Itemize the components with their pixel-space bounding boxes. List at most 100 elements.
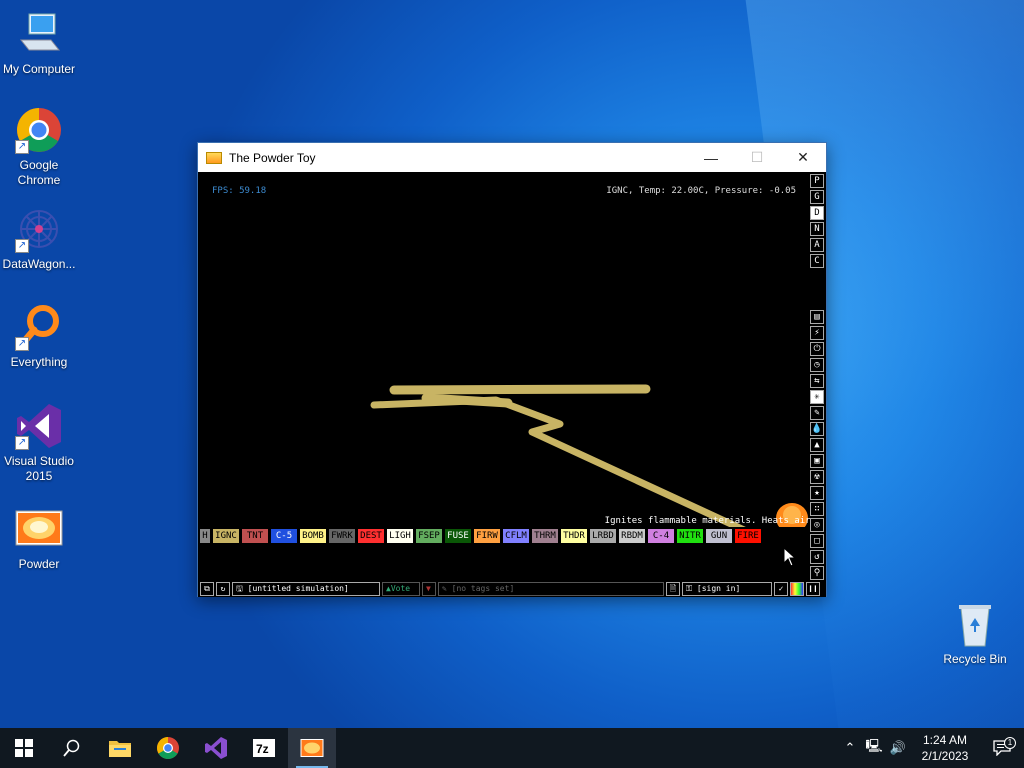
walls-category-icon[interactable]: ▤ [810, 310, 824, 324]
simulation-canvas[interactable]: FPS: 59.18 IGNC, Temp: 22.00C, Pressure:… [198, 172, 808, 527]
display-mode-d-button[interactable]: D [810, 206, 824, 220]
ignition-cord-drawing [370, 384, 808, 527]
window-titlebar[interactable]: The Powder Toy — ☐ ✕ [198, 143, 826, 172]
element-ligh-button[interactable]: LIGH [387, 529, 413, 543]
force-category-icon[interactable]: ⇆ [810, 374, 824, 388]
open-browser-icon[interactable]: ⧉ [200, 581, 214, 596]
desktop-icon-visual-studio-2015[interactable]: ↗ Visual Studio 2015 [0, 402, 78, 484]
element-tnt-button[interactable]: TNT [242, 529, 268, 543]
desktop-icon-datawagon[interactable]: ↗ DataWagon... [0, 205, 78, 272]
chrome-icon [157, 737, 179, 759]
radioactive-category-icon[interactable]: ☢ [810, 470, 824, 484]
special-category-icon[interactable]: ★ [810, 486, 824, 500]
powder-toy-window[interactable]: The Powder Toy — ☐ ✕ FPS: 59.18 IGNC, Te… [197, 142, 827, 597]
network-icon[interactable]: 🖳 [862, 737, 886, 759]
element-gun-button[interactable]: GUN [706, 529, 732, 543]
taskbar: 7z ⌃ 🖳 🔊 1:24 AM 2/1/2023 1 [0, 728, 1024, 768]
display-mode-n-button[interactable]: N [810, 222, 824, 236]
desktop-icon-label: Recycle Bin [943, 652, 1007, 666]
element-fwrk-button[interactable]: FWRK [329, 529, 355, 543]
key-icon: ⚿ [686, 583, 697, 593]
life-category-icon[interactable]: ∷ [810, 502, 824, 516]
clock-time: 1:24 AM [922, 733, 968, 747]
display-mode-c-button[interactable]: C [810, 254, 824, 268]
desktop-icon-label: Visual Studio 2015 [4, 454, 74, 483]
element-fire-button[interactable]: FIRE [735, 529, 761, 543]
tools-category-icon[interactable]: ◎ [810, 518, 824, 532]
electronics-category-icon[interactable]: ⚡ [810, 326, 824, 340]
search-button[interactable] [48, 728, 96, 768]
start-button[interactable] [0, 728, 48, 768]
liquids-category-icon[interactable]: 💧 [810, 422, 824, 436]
sign-in-button[interactable]: ⚿ [sign in] [682, 581, 772, 596]
explosives-category-icon[interactable]: ✳ [810, 390, 824, 404]
renderer-options-icon[interactable] [790, 581, 804, 596]
close-button[interactable]: ✕ [780, 143, 826, 172]
svg-text:7z: 7z [256, 742, 269, 756]
pause-icon[interactable]: ❙❙ [806, 581, 820, 596]
visual-studio-icon: ↗ [15, 402, 63, 450]
powders-category-icon[interactable]: ▲ [810, 438, 824, 452]
computer-icon [15, 10, 63, 58]
vote-down-icon[interactable]: ▼ [422, 581, 436, 596]
taskbar-visual-studio[interactable] [192, 728, 240, 768]
element-lrbd-button[interactable]: LRBD [590, 529, 616, 543]
taskbar-chrome[interactable] [144, 728, 192, 768]
element-nitr-button[interactable]: NITR [677, 529, 703, 543]
element-fsep-button[interactable]: FSEP [416, 529, 442, 543]
save-simulation-button[interactable]: 🖫 [untitled simulation] [232, 581, 380, 596]
element-rbdm-button[interactable]: RBDM [619, 529, 645, 543]
element-ignc-button[interactable]: IGNC [213, 529, 239, 543]
element-thrm-button[interactable]: THRM [532, 529, 558, 543]
search-elements-icon[interactable]: ⚲ [810, 566, 824, 580]
datawagon-icon: ↗ [15, 205, 63, 253]
element-c5-button[interactable]: C-5 [271, 529, 297, 543]
chevron-up-icon[interactable]: ⌃ [838, 740, 862, 756]
maximize-button[interactable]: ☐ [734, 143, 780, 172]
element-dest-button[interactable]: DEST [358, 529, 384, 543]
display-mode-a-button[interactable]: A [810, 238, 824, 252]
sensors-category-icon[interactable]: ◷ [810, 358, 824, 372]
notification-count: 1 [1004, 737, 1016, 749]
shortcut-arrow-icon: ↗ [15, 436, 29, 450]
desktop-icon-label: My Computer [2, 62, 76, 76]
desktop-icon-my-computer[interactable]: My Computer [0, 10, 78, 77]
favorites-category-icon[interactable]: □ [810, 534, 824, 548]
recent-category-icon[interactable]: ↺ [810, 550, 824, 564]
element-c4-button[interactable]: C-4 [648, 529, 674, 543]
taskbar-file-explorer[interactable] [96, 728, 144, 768]
element-cflm-button[interactable]: CFLM [503, 529, 529, 543]
tags-button[interactable]: ✎ [no tags set] [438, 581, 664, 596]
shortcut-arrow-icon: ↗ [15, 337, 29, 351]
gases-category-icon[interactable]: ✎ [810, 406, 824, 420]
element-firw-button[interactable]: FIRW [474, 529, 500, 543]
vote-up-button[interactable]: ▲Vote [382, 581, 420, 596]
clock-date: 2/1/2023 [921, 749, 969, 763]
powered-category-icon[interactable]: ⏻ [810, 342, 824, 356]
reload-icon[interactable]: ↻ [216, 581, 230, 596]
element-h-button[interactable]: H [200, 529, 210, 543]
taskbar-powder-toy[interactable] [288, 728, 336, 768]
element-fuse-button[interactable]: FUSE [445, 529, 471, 543]
settings-check-icon[interactable]: ✓ [774, 581, 788, 596]
shortcut-arrow-icon: ↗ [15, 140, 29, 154]
element-thdr-button[interactable]: THDR [561, 529, 587, 543]
desktop-icon-google-chrome[interactable]: ↗ Google Chrome [0, 106, 78, 188]
taskbar-7zip[interactable]: 7z [240, 728, 288, 768]
volume-icon[interactable]: 🔊 [886, 740, 910, 756]
visual-studio-icon [205, 737, 227, 759]
minimize-button[interactable]: — [688, 143, 734, 172]
powder-toy-icon [15, 505, 63, 553]
desktop-icon-everything[interactable]: ↗ Everything [0, 303, 78, 370]
powder-toy-icon [206, 151, 222, 164]
recycle-bin-icon [951, 600, 999, 648]
element-bomb-button[interactable]: BOMB [300, 529, 326, 543]
new-simulation-icon[interactable]: 🗎 [666, 581, 680, 596]
desktop-icon-recycle-bin[interactable]: Recycle Bin [936, 600, 1014, 667]
clock[interactable]: 1:24 AM 2/1/2023 [910, 732, 980, 764]
desktop-icon-powder[interactable]: Powder [0, 505, 78, 572]
display-mode-p-button[interactable]: P [810, 174, 824, 188]
solids-category-icon[interactable]: ▣ [810, 454, 824, 468]
display-mode-g-button[interactable]: G [810, 190, 824, 204]
action-center-button[interactable]: 1 [980, 737, 1024, 756]
